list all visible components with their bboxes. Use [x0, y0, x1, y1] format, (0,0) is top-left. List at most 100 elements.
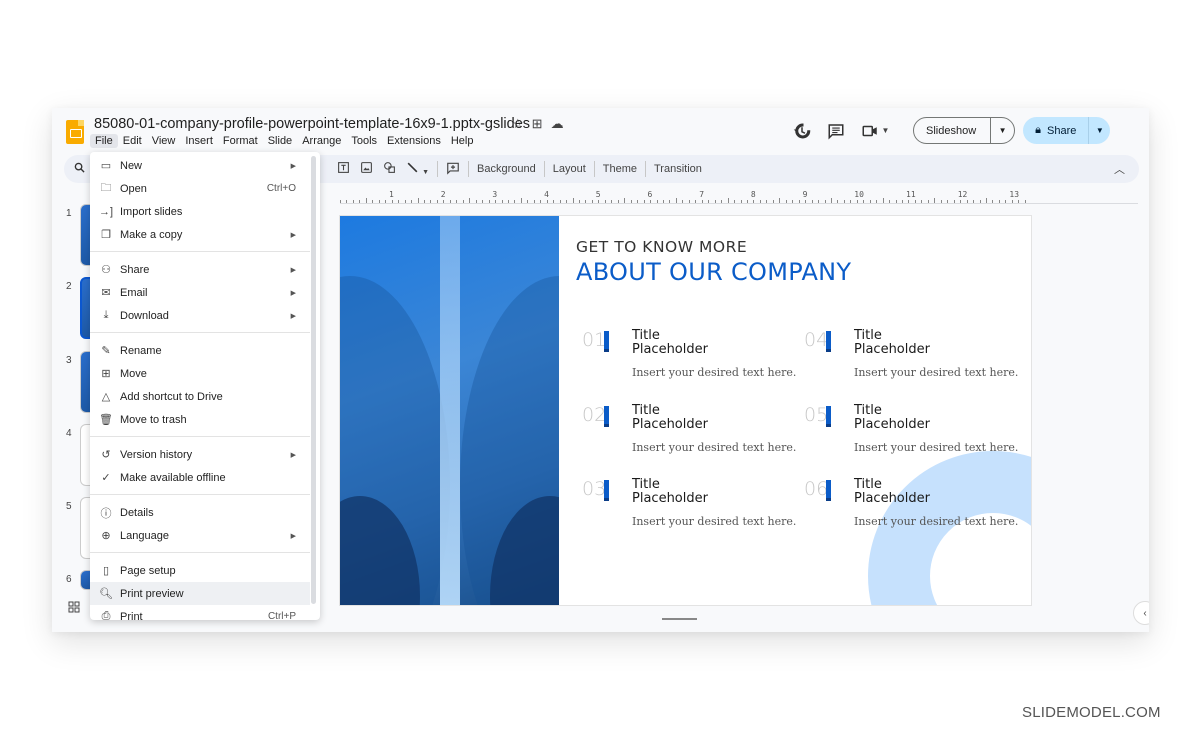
- slideshow-button[interactable]: Slideshow: [914, 125, 990, 137]
- menu-item-make-a-copy[interactable]: ❐ Make a copy ▶: [90, 223, 310, 246]
- ruler-tick: [895, 200, 897, 203]
- insert-image-icon[interactable]: [355, 161, 378, 177]
- menu-item-open[interactable]: 🗀︎ Open Ctrl+O: [90, 177, 310, 200]
- ruler-tick: [740, 200, 742, 203]
- slide-item[interactable]: 06 Title Placeholder Insert your desired te…: [804, 478, 1018, 548]
- slideshow-dropdown-icon[interactable]: ▼: [990, 118, 1014, 143]
- share-button[interactable]: 🔒︎ Share: [1023, 124, 1088, 137]
- collapse-toolbar-icon[interactable]: ︿: [1114, 161, 1125, 177]
- ruler-tick: [340, 200, 341, 203]
- item-title[interactable]: Title Placeholder: [632, 404, 708, 432]
- ruler-tick: [637, 200, 639, 203]
- add-comment-icon[interactable]: [441, 161, 465, 178]
- item-description[interactable]: Insert your desired text here.: [854, 366, 1018, 379]
- ruler-tick: [953, 200, 955, 203]
- menu-item-shortcut: Ctrl+P: [267, 611, 296, 620]
- theme-button[interactable]: Theme: [598, 163, 642, 175]
- menu-item-details[interactable]: ⓘ Details: [90, 501, 310, 524]
- menu-item-make-available-offline[interactable]: ✓ Make available offline: [90, 466, 310, 489]
- comments-icon[interactable]: [823, 118, 849, 144]
- menu-item-email[interactable]: ✉ Email ▶: [90, 281, 310, 304]
- cloud-status-icon[interactable]: ☁: [551, 116, 564, 132]
- slide-item[interactable]: 01 Title Placeholder Insert your desired te…: [582, 329, 796, 399]
- share-dropdown-icon[interactable]: ▼: [1088, 117, 1110, 144]
- menu-item-import-slides[interactable]: →] Import slides: [90, 200, 310, 223]
- item-accent-bar: [604, 406, 609, 427]
- menu-item-page-setup[interactable]: ▯ Page setup: [90, 559, 310, 582]
- slide-canvas[interactable]: GET TO KNOW MORE ABOUT OUR COMPANY 01 Tit…: [340, 216, 1031, 605]
- item-description[interactable]: Insert your desired text here.: [632, 441, 796, 454]
- menu-item-rename[interactable]: ✎ Rename: [90, 339, 310, 362]
- shape-icon[interactable]: [378, 161, 401, 177]
- print-preview-icon: 🔍︎: [99, 588, 113, 600]
- ruler-label: 5: [595, 190, 601, 199]
- transition-button[interactable]: Transition: [649, 163, 707, 175]
- item-description[interactable]: Insert your desired text here.: [632, 515, 796, 528]
- ruler-tick: [701, 200, 703, 203]
- menu-insert[interactable]: Insert: [180, 134, 218, 148]
- menu-item-language[interactable]: ⊕ Language ▶: [90, 524, 310, 547]
- slide-headline[interactable]: ABOUT OUR COMPANY: [576, 258, 851, 286]
- move-to-folder-icon[interactable]: ⊞: [532, 116, 543, 132]
- ruler-tick: [352, 200, 354, 203]
- background-button[interactable]: Background: [472, 163, 541, 175]
- slide-item[interactable]: 05 Title Placeholder Insert your desired te…: [804, 404, 1018, 474]
- menu-item-add-shortcut-to-drive[interactable]: △ Add shortcut to Drive: [90, 385, 310, 408]
- menu-item-new[interactable]: ▭ New ▶: [90, 154, 310, 177]
- text-box-icon[interactable]: [332, 161, 355, 177]
- menu-scrollbar[interactable]: [311, 156, 316, 604]
- menu-item-shortcut: Ctrl+O: [266, 183, 296, 194]
- side-panel-toggle[interactable]: ‹: [1133, 601, 1149, 625]
- search-menus-icon[interactable]: [74, 162, 85, 176]
- menu-view[interactable]: View: [147, 134, 181, 148]
- ruler-tick: [624, 198, 626, 203]
- line-icon[interactable]: ▼: [401, 161, 434, 177]
- menu-arrange[interactable]: Arrange: [297, 134, 346, 148]
- google-slides-logo-icon[interactable]: [66, 120, 84, 144]
- menu-item-version-history[interactable]: ↺ Version history ▶: [90, 443, 310, 466]
- slide-item[interactable]: 03 Title Placeholder Insert your desired te…: [582, 478, 796, 548]
- star-icon[interactable]: ☆: [512, 116, 524, 132]
- menu-item-share[interactable]: ⚇ Share ▶: [90, 258, 310, 281]
- menu-file[interactable]: File: [90, 134, 118, 148]
- item-title[interactable]: Title Placeholder: [854, 404, 930, 432]
- menu-tools[interactable]: Tools: [346, 134, 382, 148]
- submenu-arrow-icon: ▶: [290, 162, 296, 170]
- menu-divider: [90, 552, 310, 553]
- item-description[interactable]: Insert your desired text here.: [854, 515, 1018, 528]
- item-title[interactable]: Title Placeholder: [632, 329, 708, 357]
- ruler-label: 12: [957, 190, 968, 199]
- rename-icon: ✎: [101, 345, 111, 357]
- architecture-photo[interactable]: [340, 216, 559, 605]
- speaker-notes-handle[interactable]: [662, 618, 697, 620]
- document-title[interactable]: 85080-01-company-profile-powerpoint-temp…: [94, 116, 530, 132]
- menu-extensions[interactable]: Extensions: [382, 134, 446, 148]
- share-label: Share: [1047, 124, 1077, 137]
- layout-button[interactable]: Layout: [548, 163, 591, 175]
- person-add-icon: ⚇: [101, 264, 111, 276]
- item-description[interactable]: Insert your desired text here.: [854, 441, 1018, 454]
- menu-edit[interactable]: Edit: [118, 134, 147, 148]
- ruler-tick: [850, 200, 852, 203]
- menu-item-move-to-trash[interactable]: 🗑︎ Move to trash: [90, 408, 310, 431]
- item-description[interactable]: Insert your desired text here.: [632, 366, 796, 379]
- menu-item-print-preview[interactable]: 🔍︎ Print preview: [90, 582, 310, 605]
- item-title[interactable]: Title Placeholder: [854, 329, 930, 357]
- chevron-down-icon[interactable]: ▼: [882, 126, 890, 135]
- slide-eyebrow[interactable]: GET TO KNOW MORE: [576, 238, 747, 256]
- menu-slide[interactable]: Slide: [263, 134, 297, 148]
- menu-item-move[interactable]: ⊞ Move: [90, 362, 310, 385]
- slide-item[interactable]: 04 Title Placeholder Insert your desired te…: [804, 329, 1018, 399]
- item-title[interactable]: Title Placeholder: [854, 478, 930, 506]
- ruler-tick: [824, 200, 826, 203]
- grid-view-icon[interactable]: [68, 601, 80, 616]
- menu-item-download[interactable]: ⤓ Download ▶: [90, 304, 310, 327]
- menu-help[interactable]: Help: [446, 134, 479, 148]
- version-history-icon[interactable]: [789, 118, 815, 144]
- item-title[interactable]: Title Placeholder: [632, 478, 708, 506]
- menu-item-print[interactable]: ⎙ Print Ctrl+P: [90, 605, 310, 620]
- chevron-down-icon[interactable]: ▼: [422, 169, 429, 176]
- slide-item[interactable]: 02 Title Placeholder Insert your desired te…: [582, 404, 796, 474]
- video-camera-icon[interactable]: ▼: [857, 118, 893, 144]
- menu-format[interactable]: Format: [218, 134, 263, 148]
